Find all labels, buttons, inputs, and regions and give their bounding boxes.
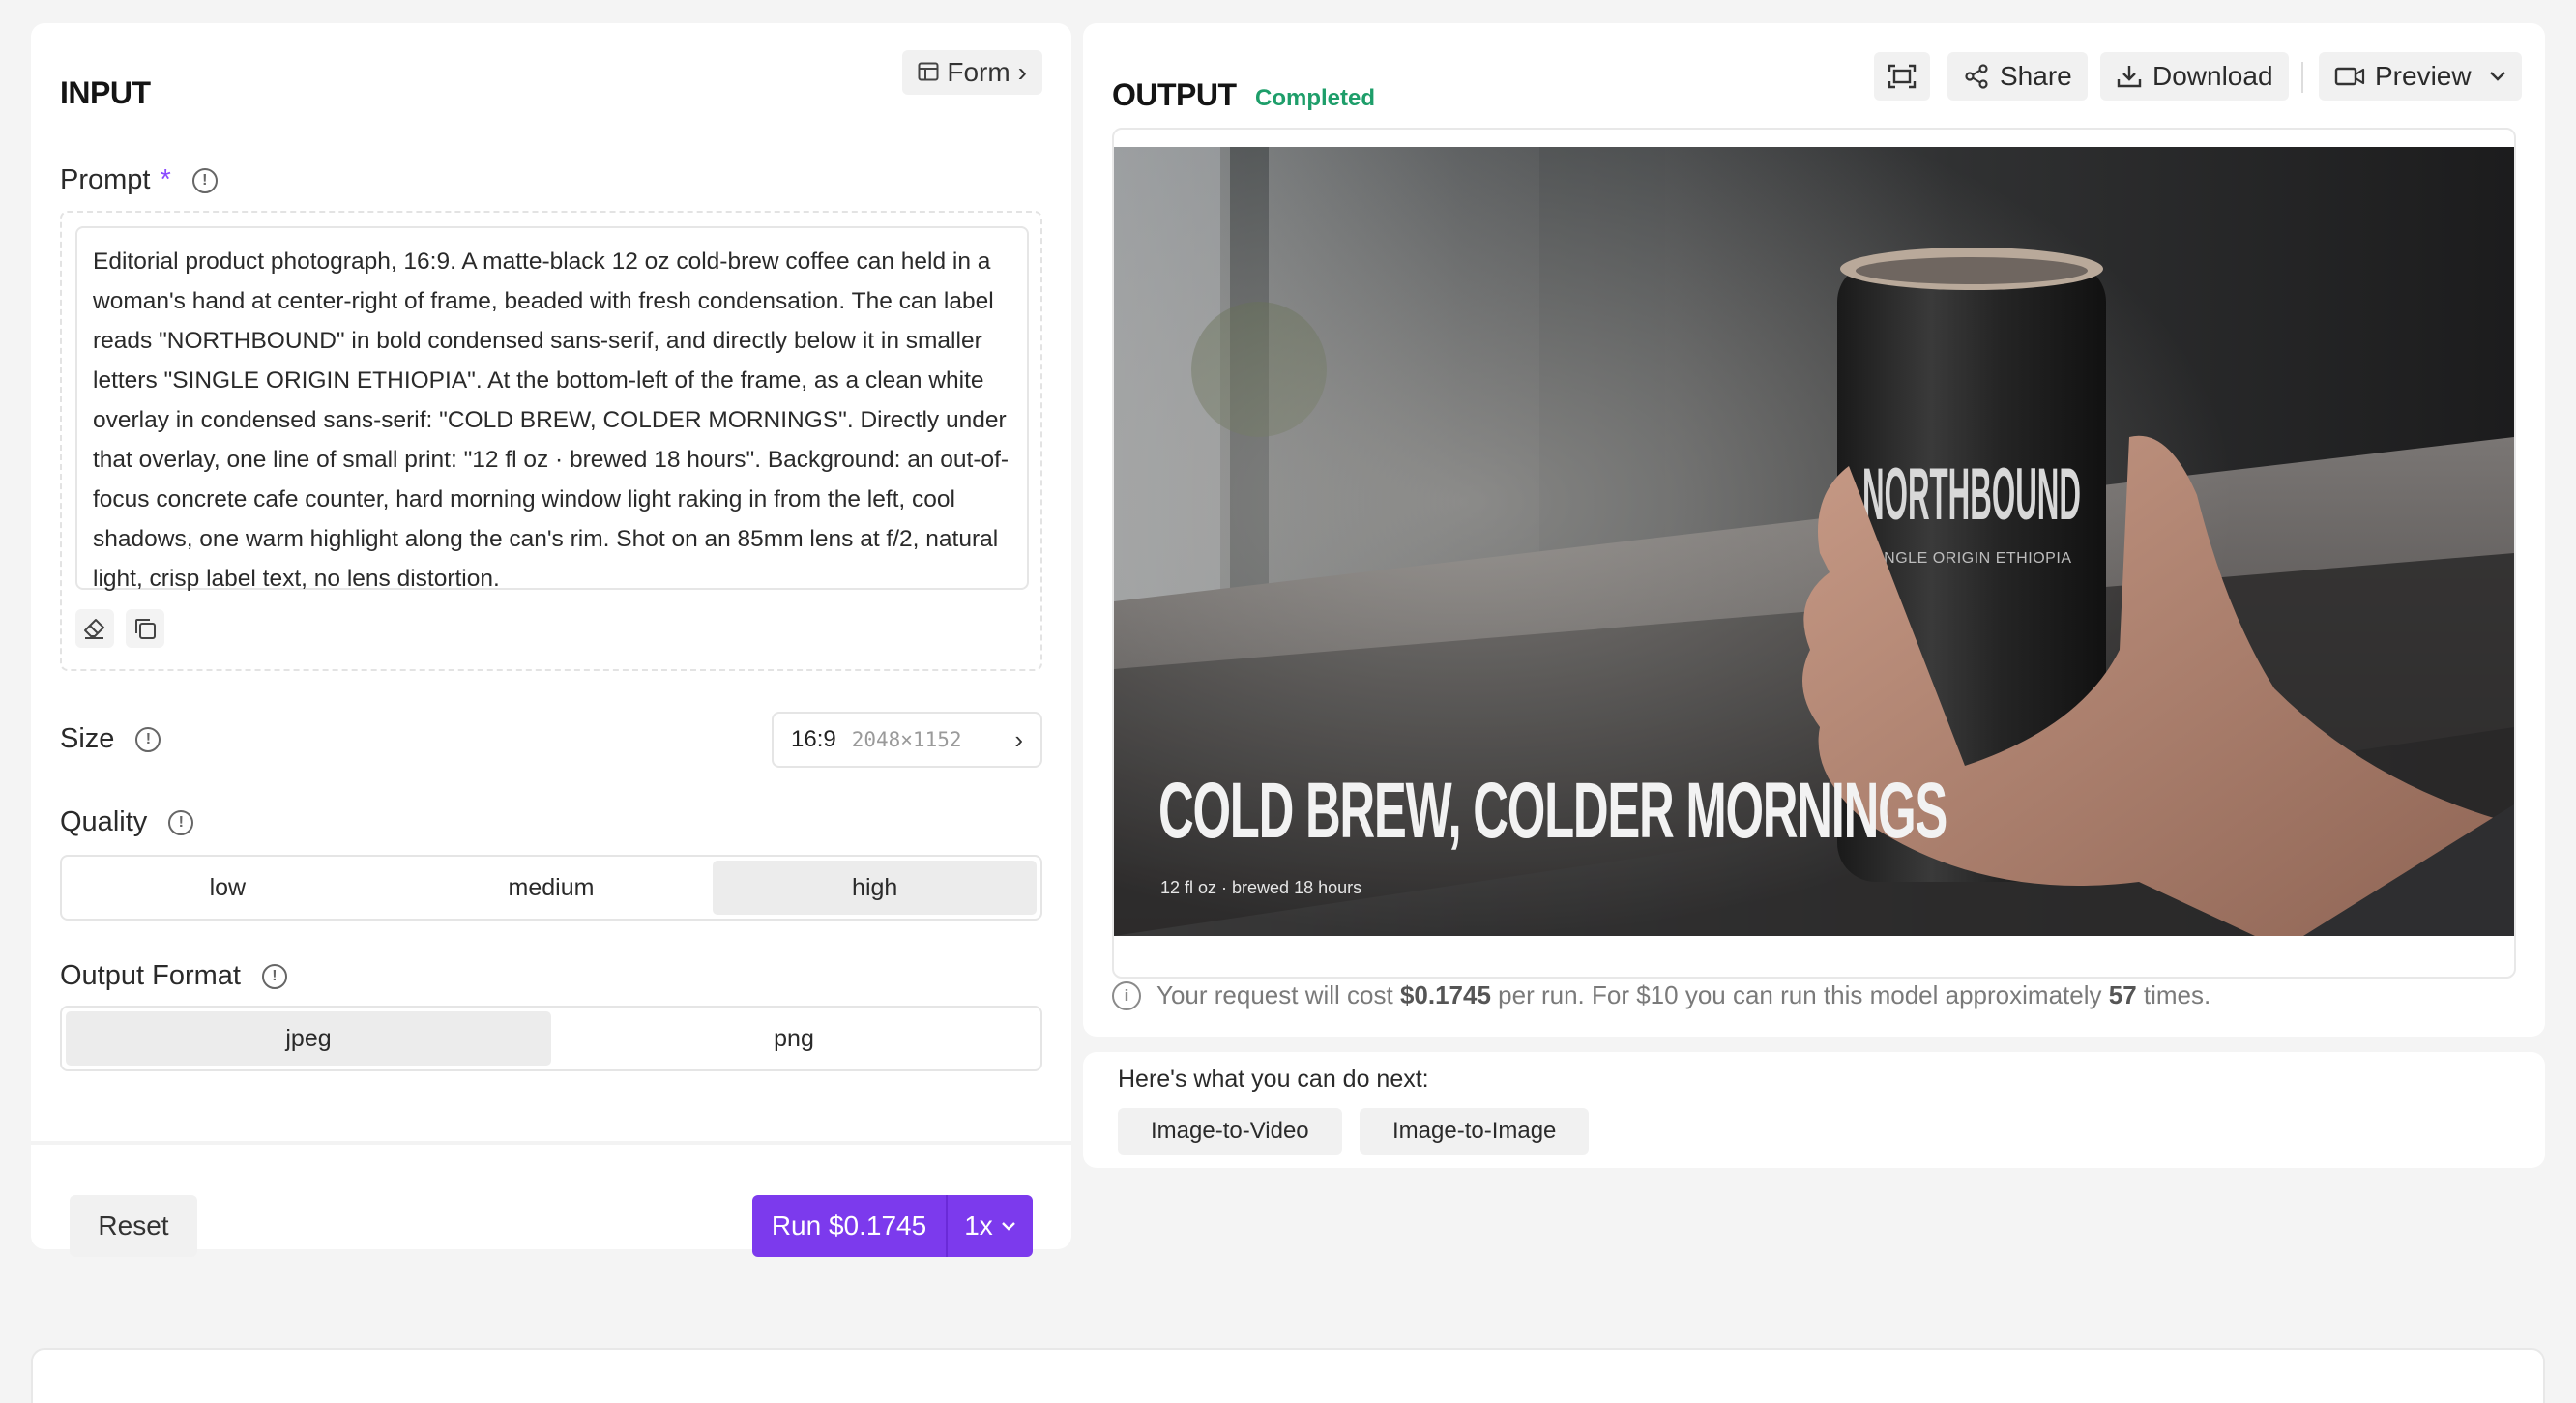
fullscreen-button[interactable] [1874, 52, 1930, 101]
run-multiplier-dropdown[interactable]: 1x [948, 1211, 1033, 1242]
cost-notice: i Your request will cost $0.1745 per run… [1112, 980, 2210, 1010]
fullscreen-icon [1888, 64, 1917, 89]
prompt-label: Prompt * ! [60, 164, 218, 196]
output-format-segmented-control: jpeg png [60, 1006, 1042, 1071]
output-image[interactable]: NORTHBOUND SINGLE ORIGIN ETHIOPIA COLD B… [1114, 147, 2514, 936]
size-dimensions: 2048×1152 [851, 728, 962, 751]
quality-label: Quality ! [60, 806, 194, 838]
preview-dropdown[interactable]: Preview [2319, 52, 2522, 101]
info-icon[interactable]: ! [168, 809, 194, 835]
info-icon[interactable]: ! [191, 167, 218, 193]
size-label: Size ! [60, 723, 161, 755]
cost-text: Your request will cost $0.1745 per run. … [1156, 980, 2210, 1010]
run-button[interactable]: Run $0.1745 1x [752, 1195, 1033, 1257]
cost-prefix: Your request will cost [1156, 980, 1393, 1009]
chevron-down-icon [1001, 1222, 1015, 1231]
image-to-video-button[interactable]: Image-to-Video [1118, 1108, 1342, 1155]
quality-option-low[interactable]: low [66, 861, 390, 915]
required-mark: * [160, 164, 171, 195]
download-icon [2117, 66, 2142, 88]
format-option-jpeg[interactable]: jpeg [66, 1011, 551, 1066]
next-actions-panel: Here's what you can do next: Image-to-Vi… [1083, 1052, 2545, 1168]
prompt-textarea[interactable]: Editorial product photograph, 16:9. A ma… [75, 226, 1029, 592]
chevron-right-icon: › [1014, 724, 1023, 754]
run-button-label[interactable]: Run $0.1745 [752, 1195, 948, 1257]
image-small-print: 12 fl oz · brewed 18 hours [1160, 878, 1362, 897]
quality-option-high[interactable]: high [713, 861, 1038, 915]
output-format-label: Output Format ! [60, 960, 287, 992]
cost-count: 57 [2108, 980, 2137, 1009]
bottom-panel [31, 1348, 2545, 1403]
output-image-frame: NORTHBOUND SINGLE ORIGIN ETHIOPIA COLD B… [1112, 128, 2516, 979]
input-panel: INPUT Form › Prompt * ! Editorial product… [31, 23, 1071, 1257]
image-headline: COLD BREW, COLDER MORNINGS [1158, 767, 1947, 855]
eraser-icon[interactable] [75, 609, 114, 648]
preview-label: Preview [2375, 61, 2472, 91]
cost-mid: per run. For $10 you can run this model … [1498, 980, 2102, 1009]
run-multiplier-value: 1x [964, 1211, 993, 1241]
share-button[interactable]: Share [1947, 52, 2088, 101]
format-option-png[interactable]: png [551, 1011, 1037, 1066]
can-brand-text: NORTHBOUND [1862, 453, 2081, 536]
prompt-label-text: Prompt [60, 164, 151, 195]
reset-button[interactable]: Reset [70, 1195, 197, 1257]
status-badge: Completed [1255, 85, 1376, 111]
toolbar-divider [2301, 62, 2303, 93]
quality-label-text: Quality [60, 806, 148, 837]
prompt-container: Editorial product photograph, 16:9. A ma… [60, 211, 1042, 671]
cost-amount: $0.1745 [1399, 980, 1491, 1009]
copy-icon[interactable] [126, 609, 164, 648]
download-label: Download [2152, 61, 2273, 91]
form-view-button[interactable]: Form › [902, 50, 1042, 95]
output-format-label-text: Output Format [60, 960, 241, 991]
can-sub-text: SINGLE ORIGIN ETHIOPIA [1868, 550, 2075, 567]
chevron-right-icon: › [1017, 57, 1027, 87]
download-button[interactable]: Download [2100, 52, 2289, 101]
video-camera-icon [2334, 67, 2365, 86]
share-icon [1965, 64, 1988, 89]
size-select[interactable]: 16:9 2048×1152 › [772, 712, 1042, 768]
quality-segmented-control: low medium high [60, 855, 1042, 921]
next-actions-title: Here's what you can do next: [1118, 1066, 1429, 1093]
size-label-text: Size [60, 723, 115, 754]
output-panel: OUTPUT Completed Share Download Preview [1083, 23, 2545, 1037]
cost-suffix: times. [2143, 980, 2211, 1009]
share-label: Share [2000, 61, 2072, 91]
can-label: NORTHBOUND SINGLE ORIGIN ETHIOPIA [1862, 453, 2081, 567]
info-icon[interactable]: ! [261, 963, 287, 989]
quality-option-medium[interactable]: medium [390, 861, 714, 915]
info-icon[interactable]: ! [135, 726, 161, 752]
table-icon [918, 57, 939, 88]
form-button-label: Form [947, 57, 1010, 87]
chevron-down-icon [2489, 72, 2505, 81]
image-to-image-button[interactable]: Image-to-Image [1360, 1108, 1590, 1155]
input-title: INPUT [60, 75, 151, 110]
size-ratio: 16:9 [791, 726, 836, 752]
input-footer: Reset Run $0.1745 1x [31, 1141, 1071, 1257]
info-icon: i [1112, 980, 1141, 1010]
output-title: OUTPUT [1112, 77, 1237, 112]
